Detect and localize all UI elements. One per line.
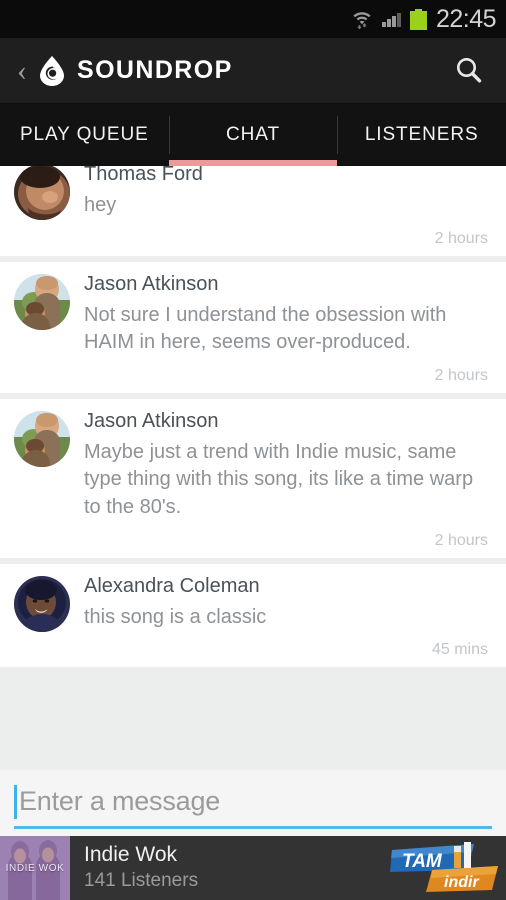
tab-chat[interactable]: CHAT bbox=[168, 104, 338, 166]
text-caret bbox=[14, 784, 17, 819]
cellular-signal-icon bbox=[382, 11, 401, 27]
message-composer[interactable]: Enter a message bbox=[0, 770, 506, 836]
wifi-icon bbox=[351, 8, 373, 30]
soundrop-droplet-icon bbox=[38, 55, 66, 86]
chat-message-item[interactable]: Thomas Ford hey 2 hours bbox=[0, 166, 506, 256]
chat-message-body: Alexandra Coleman this song is a classic… bbox=[84, 574, 490, 660]
tamindir-watermark: TAM indir bbox=[388, 840, 506, 896]
jason-atkinson-avatar bbox=[14, 273, 70, 330]
now-playing-title: Indie Wok bbox=[84, 843, 177, 867]
chat-message-item[interactable]: Jason Atkinson Maybe just a trend with I… bbox=[0, 398, 506, 558]
status-bar-clock: 22:45 bbox=[435, 4, 497, 33]
chat-message-author: Jason Atkinson bbox=[84, 272, 219, 295]
tab-bar: PLAY QUEUE CHAT LISTENERS bbox=[0, 104, 506, 166]
chat-message-time: 2 hours bbox=[434, 229, 488, 247]
now-playing-bar[interactable]: INDIE WOK Indie Wok 141 Listeners TAM in… bbox=[0, 836, 506, 900]
message-input-placeholder[interactable]: Enter a message bbox=[19, 786, 220, 817]
svg-text:TAM: TAM bbox=[402, 851, 443, 872]
battery-icon bbox=[409, 8, 427, 30]
chat-message-text: this song is a classic bbox=[84, 605, 267, 628]
chat-message-body: Jason Atkinson Not sure I understand the… bbox=[84, 272, 490, 385]
album-art-thumbnail: INDIE WOK bbox=[0, 836, 70, 900]
thomas-ford-avatar bbox=[14, 166, 70, 220]
tab-listeners-label: LISTENERS bbox=[364, 124, 479, 145]
album-art-label: INDIE WOK bbox=[5, 862, 65, 874]
chat-message-item[interactable]: Alexandra Coleman this song is a classic… bbox=[0, 563, 506, 668]
brand-logo: SOUNDROP bbox=[38, 55, 233, 86]
chat-message-body: Jason Atkinson Maybe just a trend with I… bbox=[84, 409, 490, 550]
tab-play-queue[interactable]: PLAY QUEUE bbox=[0, 104, 169, 166]
brand-name: SOUNDROP bbox=[77, 56, 233, 84]
tab-play-queue-label: PLAY QUEUE bbox=[19, 124, 149, 145]
chat-message-text: hey bbox=[84, 194, 117, 216]
chat-message-author: Alexandra Coleman bbox=[84, 574, 260, 597]
status-bar: 22:45 bbox=[0, 0, 506, 38]
search-icon[interactable] bbox=[446, 48, 492, 94]
action-bar: ‹ SOUNDROP bbox=[0, 38, 506, 104]
chat-message-text: Maybe just a trend with Indie music, sam… bbox=[84, 440, 474, 518]
jason-atkinson-avatar bbox=[14, 410, 70, 467]
now-playing-info: Indie Wok 141 Listeners bbox=[70, 836, 388, 900]
now-playing-listeners: 141 Listeners bbox=[84, 870, 199, 892]
chat-message-author: Jason Atkinson bbox=[84, 409, 219, 432]
svg-text:indir: indir bbox=[444, 874, 479, 891]
app-window: 22:45 ‹ SOUNDROP PLAY QUEUE CHAT LISTENE… bbox=[0, 0, 506, 900]
alexandra-coleman-avatar bbox=[14, 575, 70, 632]
chat-message-time: 45 mins bbox=[431, 641, 488, 659]
chat-message-item[interactable]: Jason Atkinson Not sure I understand the… bbox=[0, 261, 506, 393]
chat-message-body: Thomas Ford hey 2 hours bbox=[84, 166, 490, 248]
back-chevron-icon[interactable]: ‹ bbox=[6, 55, 38, 86]
chat-message-time: 2 hours bbox=[434, 366, 488, 384]
tab-listeners[interactable]: LISTENERS bbox=[337, 104, 506, 166]
chat-message-author: Thomas Ford bbox=[84, 166, 203, 185]
chat-message-list[interactable]: Thomas Ford hey 2 hours Jason Atkinson N… bbox=[0, 166, 506, 770]
chat-message-text: Not sure I understand the obsession with… bbox=[84, 303, 447, 354]
chat-message-time: 2 hours bbox=[434, 531, 488, 549]
tab-chat-label: CHAT bbox=[226, 124, 280, 145]
message-input-wrapper[interactable]: Enter a message bbox=[14, 777, 492, 829]
